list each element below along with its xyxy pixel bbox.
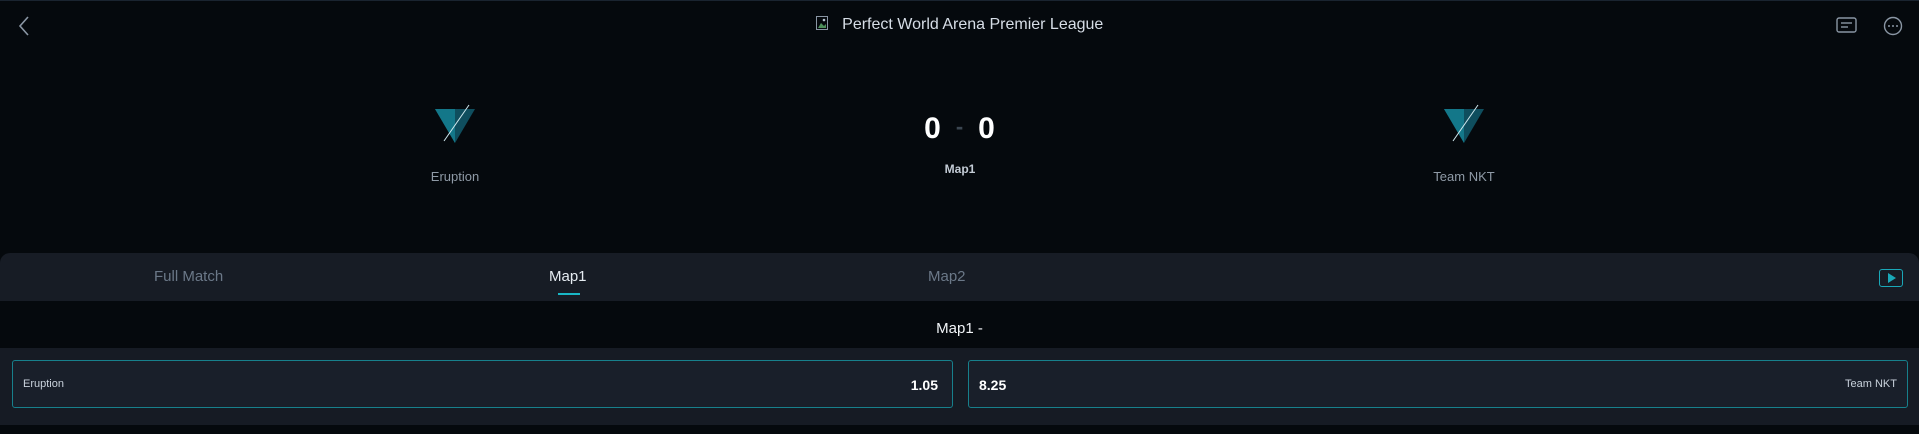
map-tabs: Full Match Map1 Map2 xyxy=(0,253,1919,301)
active-tab-indicator xyxy=(558,293,580,295)
current-map-label: Map1 xyxy=(944,162,976,176)
page-title-wrap: Perfect World Arena Premier League xyxy=(0,16,1919,34)
score: 0-0 xyxy=(890,112,1030,146)
home-team: Eruption xyxy=(385,103,525,184)
home-odd-button[interactable]: Eruption 1.05 xyxy=(12,360,953,408)
away-odd-button[interactable]: 8.25 Team NKT xyxy=(968,360,1908,408)
team-logo-triangle-icon xyxy=(435,104,475,143)
odds-market: Eruption 1.05 8.25 Team NKT xyxy=(0,348,1919,425)
away-score: 0 xyxy=(978,112,996,145)
score-separator: - xyxy=(955,114,965,139)
home-team-name: Eruption xyxy=(430,169,480,184)
away-odd-value: 8.25 xyxy=(979,377,1007,393)
message-bubble-icon[interactable] xyxy=(1881,15,1905,37)
market-title: Map1 - xyxy=(936,320,983,337)
home-score: 0 xyxy=(924,112,942,145)
top-bar: Perfect World Arena Premier League xyxy=(0,0,1919,50)
away-team: Team NKT xyxy=(1394,103,1534,184)
chat-list-icon[interactable] xyxy=(1835,15,1859,37)
league-logo-icon xyxy=(815,16,828,30)
home-odd-value: 1.05 xyxy=(910,377,938,393)
away-odd-team: Team NKT xyxy=(1845,378,1897,390)
scoreboard: 0-0 Map1 xyxy=(890,112,1030,176)
team-logo-triangle-icon xyxy=(1444,104,1484,143)
home-odd-team: Eruption xyxy=(23,378,64,390)
tab-map2[interactable]: Map2 xyxy=(928,268,966,285)
page-title: Perfect World Arena Premier League xyxy=(842,16,1104,33)
play-video-icon[interactable] xyxy=(1879,269,1903,287)
tab-full-match[interactable]: Full Match xyxy=(154,268,223,285)
header-actions xyxy=(1835,15,1905,37)
tab-map1[interactable]: Map1 xyxy=(549,268,587,285)
away-team-name: Team NKT xyxy=(1433,169,1495,184)
